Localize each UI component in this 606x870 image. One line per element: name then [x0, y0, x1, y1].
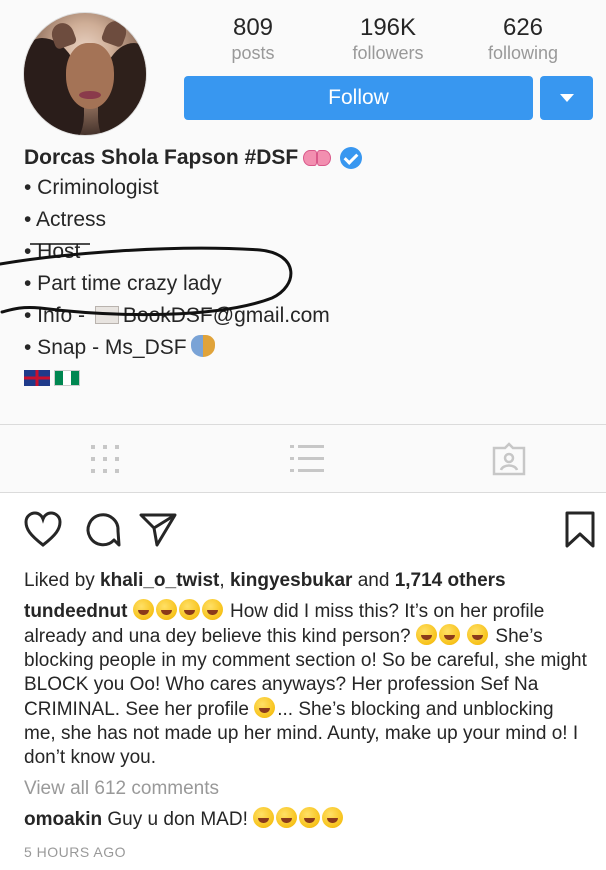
envelope-icon	[94, 306, 119, 324]
avatar-face	[66, 43, 114, 109]
view-all-comments-link[interactable]: View all 612 comments	[24, 777, 219, 801]
bio-line-info: • Info - BookDSF@gmail.com	[24, 300, 594, 332]
flags-row	[24, 370, 594, 386]
bio-line-snap: • Snap - Ms_DSF	[24, 332, 594, 364]
ribbon-bow-icon	[302, 147, 332, 169]
avatar-lips	[79, 91, 101, 99]
rofl-emoji-icon	[155, 599, 177, 620]
follow-button[interactable]: Follow	[184, 76, 533, 120]
rofl-emoji-icon	[415, 624, 437, 645]
post-actions	[24, 511, 596, 551]
posts-count-label: posts	[231, 43, 275, 63]
bookmark-icon[interactable]	[564, 511, 596, 549]
likes-others-link[interactable]: 1,714 others	[395, 570, 506, 591]
bio-line-actress: • Actress	[24, 208, 107, 231]
bio-line-criminologist: • Criminologist	[24, 176, 159, 199]
bio-line-host: • Host	[24, 240, 81, 263]
filter-ear-right	[100, 17, 130, 49]
grid-view-icon[interactable]	[88, 442, 122, 476]
followers-count[interactable]: 196K followers	[333, 14, 443, 64]
rofl-emoji-icon	[254, 697, 276, 718]
followers-count-value: 196K	[359, 14, 417, 41]
avatar[interactable]	[23, 12, 147, 136]
verified-badge-icon	[340, 147, 363, 169]
rofl-emoji-icon	[178, 599, 200, 620]
followers-count-label: followers	[352, 43, 424, 63]
posts-count-value: 809	[232, 14, 274, 41]
comment-icon[interactable]	[84, 511, 122, 549]
bio: Dorcas Shola Fapson #DSF • Criminologist…	[24, 144, 594, 386]
profile-tabs	[0, 424, 606, 492]
post-caption: tundeednut How did I miss this? It’s on …	[24, 599, 590, 770]
comment-text: Guy u don MAD!	[102, 809, 254, 830]
profile-name-row: Dorcas Shola Fapson #DSF	[24, 144, 594, 172]
caption-username[interactable]: tundeednut	[24, 601, 127, 622]
likes-prefix: Liked by	[24, 570, 101, 591]
bio-info-prefix: • Info -	[24, 304, 91, 327]
theater-masks-icon	[190, 335, 215, 357]
profile-header: 809 posts 196K followers 626 following F…	[0, 0, 606, 492]
uk-flag-icon	[24, 370, 50, 386]
following-count-value: 626	[502, 14, 544, 41]
tagged-photos-icon[interactable]	[492, 442, 526, 476]
bio-line-crazy-lady: • Part time crazy lady	[24, 272, 222, 295]
rofl-emoji-icon	[132, 599, 154, 620]
chevron-down-icon	[560, 94, 574, 102]
rofl-emoji-icon	[276, 807, 298, 828]
bio-snap-text: • Snap - Ms_DSF	[24, 336, 187, 359]
rofl-emoji-icon	[467, 624, 489, 645]
list-view-icon[interactable]	[290, 442, 324, 476]
liked-by-user-link[interactable]: kingyesbukar	[230, 570, 353, 591]
post-section: Liked by khali_o_twist, kingyesbukar and…	[0, 492, 606, 870]
comment-username[interactable]: omoakin	[24, 809, 102, 830]
following-count-label: following	[487, 43, 559, 63]
share-icon[interactable]	[139, 511, 177, 549]
suggested-dropdown-button[interactable]	[540, 76, 593, 120]
bio-email-link[interactable]: BookDSF@gmail.com	[123, 304, 330, 327]
rofl-emoji-icon	[438, 624, 460, 645]
liked-by-user-link[interactable]: khali_o_twist	[100, 570, 219, 591]
heart-icon[interactable]	[24, 511, 62, 549]
rofl-emoji-icon	[201, 599, 223, 620]
rofl-emoji-icon	[253, 807, 275, 828]
nigeria-flag-icon	[54, 370, 80, 386]
following-count[interactable]: 626 following	[468, 14, 578, 64]
comment-item: omoakin Guy u don MAD!	[24, 807, 345, 832]
likes-and: and	[352, 570, 395, 591]
likes-line: Liked by khali_o_twist, kingyesbukar and…	[24, 569, 506, 593]
profile-name: Dorcas Shola Fapson #DSF	[24, 146, 299, 169]
rofl-emoji-icon	[299, 807, 321, 828]
likes-separator: ,	[219, 570, 230, 591]
post-timestamp: 5 HOURS AGO	[24, 844, 126, 860]
posts-count[interactable]: 809 posts	[198, 14, 308, 64]
rofl-emoji-icon	[322, 807, 344, 828]
